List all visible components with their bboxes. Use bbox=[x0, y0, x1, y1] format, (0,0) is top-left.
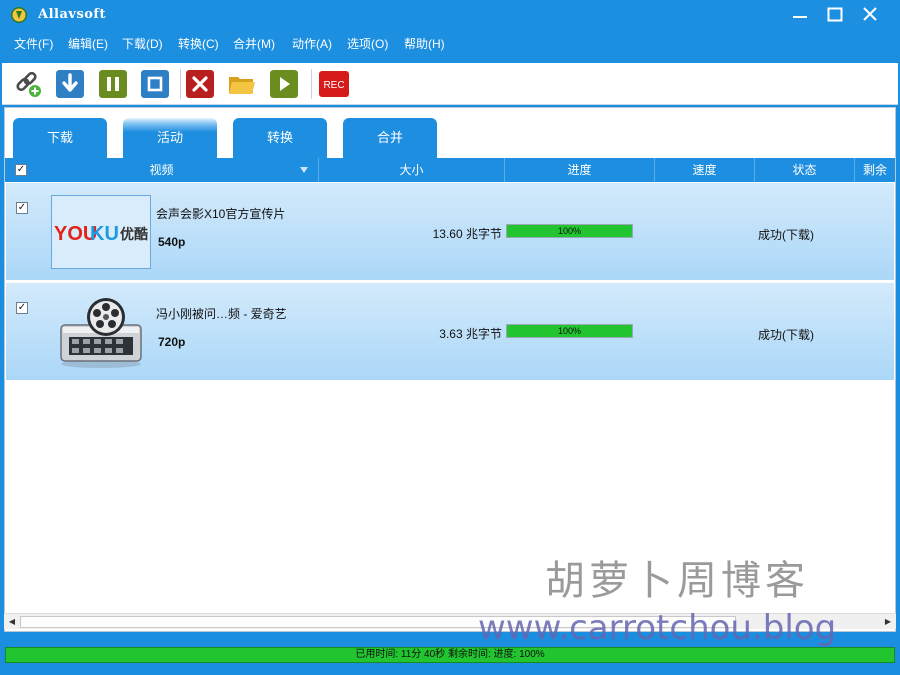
close-button[interactable] bbox=[855, 3, 885, 27]
menu-merge[interactable]: 合并(M) bbox=[233, 35, 275, 52]
watermark-text: 胡萝卜周博客 bbox=[545, 558, 809, 604]
window-title: Allavsoft bbox=[38, 7, 107, 22]
delete-icon[interactable] bbox=[186, 70, 214, 98]
maximize-button[interactable] bbox=[820, 3, 850, 27]
rec-label: REC bbox=[323, 80, 344, 91]
watermark-url: www.carrotchou.blog bbox=[478, 608, 837, 648]
youku-logo: YOU KU 优酷 bbox=[54, 223, 148, 245]
sort-arrow-icon bbox=[300, 167, 308, 173]
scroll-left-arrow-icon[interactable]: ◀ bbox=[5, 615, 19, 629]
film-reel-icon bbox=[60, 298, 142, 368]
open-folder-icon[interactable] bbox=[228, 70, 256, 98]
column-size[interactable]: 大小 bbox=[319, 158, 505, 182]
record-button[interactable]: REC bbox=[318, 70, 350, 98]
toolbar: REC bbox=[2, 63, 898, 105]
menu-options[interactable]: 选项(O) bbox=[347, 35, 388, 52]
select-all-checkbox[interactable]: ✓ bbox=[15, 164, 27, 176]
progress-label: 100% bbox=[557, 326, 582, 336]
column-progress[interactable]: 进度 bbox=[505, 158, 655, 182]
toolbar-separator bbox=[180, 69, 181, 99]
play-icon[interactable] bbox=[270, 70, 298, 98]
video-size: 3.63 兆字节 bbox=[439, 327, 502, 341]
status-bar: 已用时间: 11分 40秒 剩余时间: 进度: 100% bbox=[5, 647, 895, 663]
column-remaining[interactable]: 剩余 bbox=[855, 158, 895, 182]
column-video[interactable]: ✓ 视频 bbox=[5, 158, 319, 182]
app-window: Allavsoft 文件(F) 编辑(E) 下载(D) 转换(C) 合并(M) … bbox=[0, 0, 900, 675]
video-resolution: 720p bbox=[158, 335, 186, 349]
table-row[interactable]: ✓ YOU KU 优酷 会声会影X10官方宣传片 540p 13.60 兆字节 … bbox=[6, 183, 894, 281]
tab-active[interactable]: 活动 bbox=[123, 118, 217, 158]
tab-convert[interactable]: 转换 bbox=[233, 118, 327, 158]
scroll-right-arrow-icon[interactable]: ▶ bbox=[881, 615, 895, 629]
toolbar-separator bbox=[311, 69, 312, 99]
menu-file[interactable]: 文件(F) bbox=[14, 35, 53, 52]
column-video-label: 视频 bbox=[149, 163, 174, 177]
video-title: 冯小刚被问…频 - 爱奇艺 bbox=[156, 307, 287, 321]
tab-merge[interactable]: 合并 bbox=[343, 118, 437, 158]
download-icon[interactable] bbox=[56, 70, 84, 98]
status-bar-text: 已用时间: 11分 40秒 剩余时间: 进度: 100% bbox=[355, 649, 545, 660]
column-speed[interactable]: 速度 bbox=[655, 158, 755, 182]
youku-logo-cn: 优酷 bbox=[120, 226, 148, 243]
menu-bar: 文件(F) 编辑(E) 下载(D) 转换(C) 合并(M) 动作(A) 选项(O… bbox=[0, 31, 900, 55]
menu-convert[interactable]: 转换(C) bbox=[178, 35, 219, 52]
progress-bar: 100% bbox=[506, 224, 633, 238]
menu-download[interactable]: 下载(D) bbox=[122, 35, 163, 52]
menu-help[interactable]: 帮助(H) bbox=[404, 35, 445, 52]
paste-url-link-icon[interactable] bbox=[14, 70, 42, 98]
row-checkbox[interactable]: ✓ bbox=[16, 302, 28, 314]
row-checkbox[interactable]: ✓ bbox=[16, 202, 28, 214]
menu-action[interactable]: 动作(A) bbox=[292, 35, 332, 52]
video-thumbnail: YOU KU 优酷 bbox=[51, 195, 151, 269]
column-status[interactable]: 状态 bbox=[755, 158, 855, 182]
youku-logo-ku: KU bbox=[90, 223, 119, 245]
app-logo-icon bbox=[11, 7, 27, 23]
menu-edit[interactable]: 编辑(E) bbox=[68, 35, 108, 52]
table-row[interactable]: ✓ 冯小刚被问…频 - 爱奇艺 720p 3.63 兆字节 100% 成功(下载… bbox=[6, 283, 894, 381]
minimize-button[interactable] bbox=[785, 3, 815, 27]
status-text: 成功(下载) bbox=[758, 328, 814, 342]
column-header: ✓ 视频 大小 进度 速度 状态 剩余 bbox=[5, 158, 895, 182]
progress-label: 100% bbox=[557, 226, 582, 236]
status-text: 成功(下载) bbox=[758, 228, 814, 242]
tab-download[interactable]: 下载 bbox=[13, 118, 107, 158]
stop-icon[interactable] bbox=[141, 70, 169, 98]
video-resolution: 540p bbox=[158, 235, 186, 249]
video-thumbnail bbox=[51, 295, 151, 369]
progress-bar: 100% bbox=[506, 324, 633, 338]
title-bar[interactable]: Allavsoft bbox=[0, 0, 900, 30]
pause-icon[interactable] bbox=[99, 70, 127, 98]
video-title: 会声会影X10官方宣传片 bbox=[156, 207, 286, 221]
video-size: 13.60 兆字节 bbox=[432, 227, 502, 241]
